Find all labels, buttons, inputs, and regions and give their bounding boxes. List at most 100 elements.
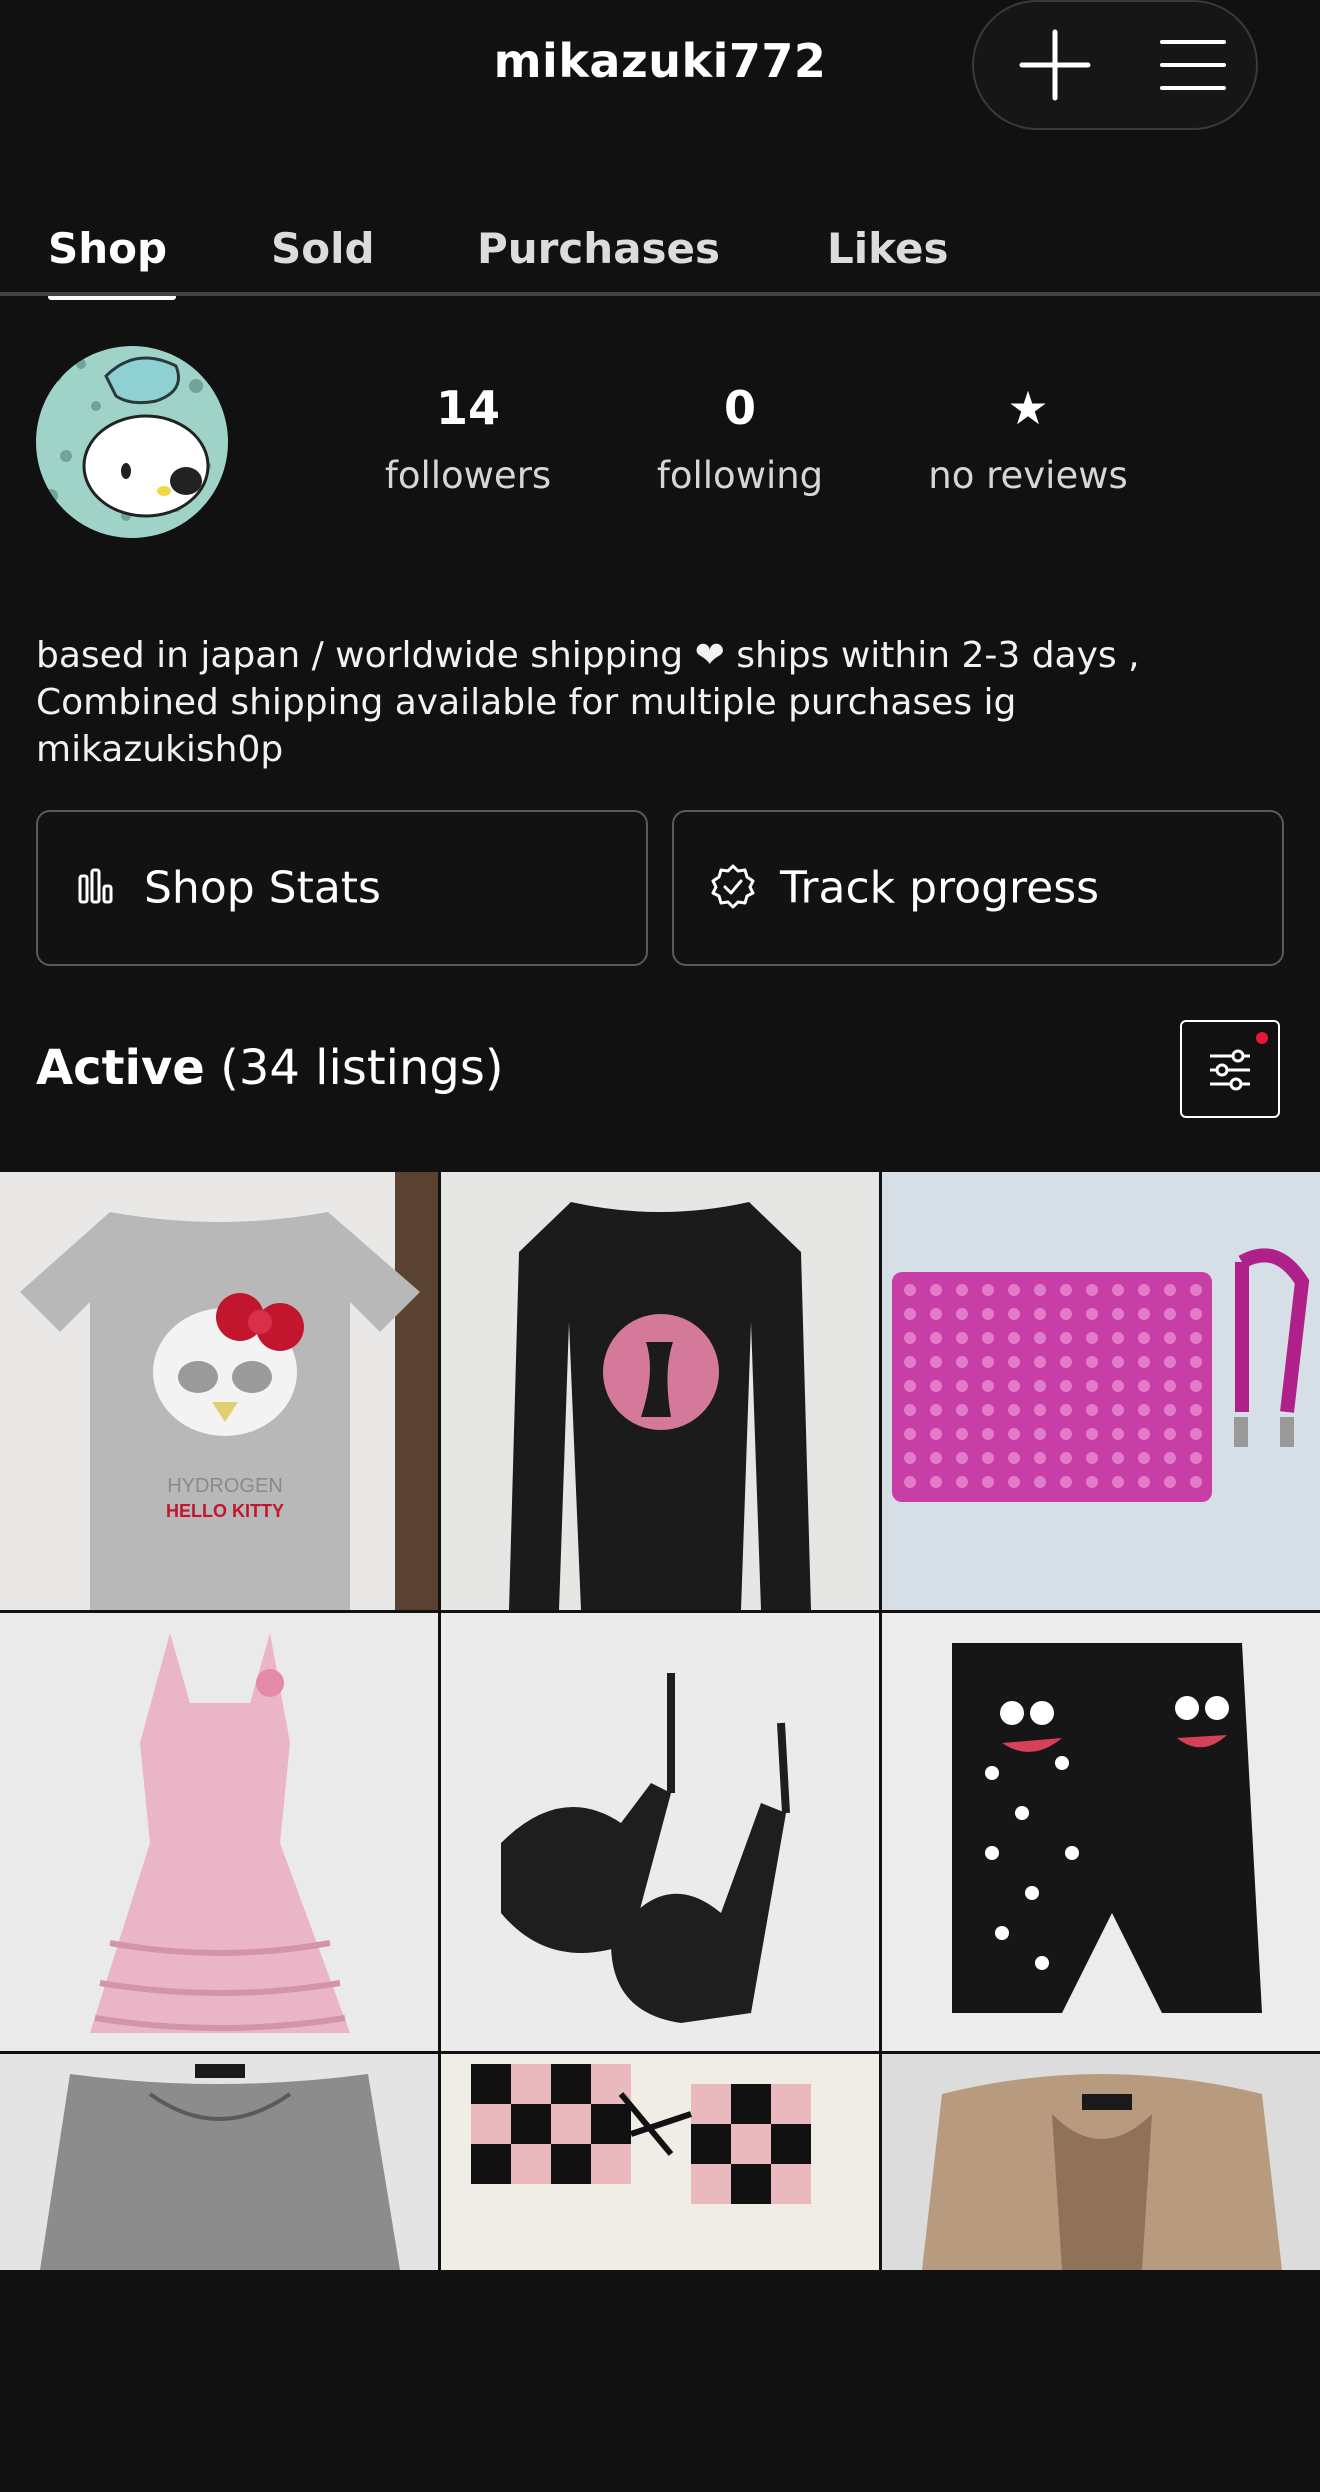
stud-decoration — [904, 1476, 916, 1488]
stud-decoration — [1190, 1404, 1202, 1416]
star-icon: ★ — [1007, 381, 1049, 435]
stud-decoration — [956, 1356, 968, 1368]
hamburger-menu-icon[interactable] — [1148, 20, 1238, 110]
stud-decoration — [1164, 1380, 1176, 1392]
listing-tile[interactable] — [0, 1613, 438, 2051]
listings-count: (34 listings) — [220, 1040, 504, 1096]
stud-decoration — [930, 1428, 942, 1440]
tile-text-hellokitty: HELLO KITTY — [166, 1501, 284, 1521]
stud-decoration — [1086, 1308, 1098, 1320]
stud-decoration — [956, 1308, 968, 1320]
following-count: 0 — [723, 381, 756, 435]
stud-decoration — [1112, 1308, 1124, 1320]
stud-decoration — [1034, 1284, 1046, 1296]
filter-button[interactable] — [1180, 1020, 1280, 1118]
stud-decoration — [1164, 1404, 1176, 1416]
stud-decoration — [1060, 1476, 1072, 1488]
stud-decoration — [1008, 1476, 1020, 1488]
shop-stats-button[interactable]: Shop Stats — [36, 810, 648, 966]
stud-decoration — [982, 1284, 994, 1296]
stud-decoration — [1008, 1308, 1020, 1320]
stud-decoration — [1060, 1452, 1072, 1464]
listing-tile[interactable] — [0, 2054, 438, 2492]
reviews-stat[interactable]: ★ no reviews — [913, 380, 1143, 497]
stud-decoration — [1060, 1356, 1072, 1368]
track-progress-label: Track progress — [780, 862, 1100, 914]
reviews-label: no reviews — [928, 454, 1128, 497]
tab-shop[interactable]: Shop — [48, 224, 167, 273]
stud-decoration — [1034, 1428, 1046, 1440]
stud-decoration — [904, 1308, 916, 1320]
listing-tile[interactable]: HYDROGEN HELLO KITTY — [0, 1172, 438, 1610]
stud-decoration — [930, 1476, 942, 1488]
stud-decoration — [956, 1476, 968, 1488]
stud-decoration — [1112, 1284, 1124, 1296]
stud-decoration — [1034, 1332, 1046, 1344]
stud-decoration — [1190, 1308, 1202, 1320]
stud-decoration — [1008, 1404, 1020, 1416]
stud-decoration — [930, 1404, 942, 1416]
stud-decoration — [1086, 1428, 1098, 1440]
stud-decoration — [930, 1284, 942, 1296]
stud-decoration — [1112, 1356, 1124, 1368]
stud-decoration — [904, 1284, 916, 1296]
stud-decoration — [1086, 1452, 1098, 1464]
listing-tile[interactable] — [882, 1172, 1320, 1610]
stud-decoration — [1034, 1404, 1046, 1416]
stud-decoration — [982, 1356, 994, 1368]
listings-heading: Active (34 listings) — [36, 1040, 504, 1096]
stud-decoration — [1060, 1428, 1072, 1440]
tab-likes[interactable]: Likes — [827, 224, 948, 273]
followers-label: followers — [384, 454, 552, 497]
listing-tile[interactable] — [441, 1613, 879, 2051]
stud-decoration — [982, 1308, 994, 1320]
stud-decoration — [904, 1428, 916, 1440]
avatar[interactable] — [36, 346, 228, 538]
stud-decoration — [956, 1284, 968, 1296]
listing-tile[interactable] — [882, 1613, 1320, 2051]
stud-decoration — [1008, 1356, 1020, 1368]
tabs-divider — [0, 292, 1320, 296]
stud-decoration — [1112, 1380, 1124, 1392]
stud-decoration — [982, 1476, 994, 1488]
profile-bio: based in japan / worldwide shipping ❤ sh… — [36, 635, 1140, 770]
stud-decoration — [1138, 1380, 1150, 1392]
stud-decoration — [1086, 1404, 1098, 1416]
stud-decoration — [930, 1452, 942, 1464]
stud-decoration — [1164, 1284, 1176, 1296]
stud-decoration — [1138, 1356, 1150, 1368]
listing-tile[interactable] — [441, 2054, 879, 2492]
stud-decoration — [1060, 1380, 1072, 1392]
stud-decoration — [904, 1452, 916, 1464]
stud-decoration — [1190, 1452, 1202, 1464]
stud-decoration — [1086, 1332, 1098, 1344]
followers-stat[interactable]: 14 followers — [368, 380, 568, 497]
stud-decoration — [1164, 1476, 1176, 1488]
stud-decoration — [956, 1332, 968, 1344]
stud-decoration — [982, 1380, 994, 1392]
stud-decoration — [1008, 1452, 1020, 1464]
plus-icon[interactable] — [1010, 20, 1100, 110]
stud-decoration — [1086, 1380, 1098, 1392]
stud-decoration — [1008, 1332, 1020, 1344]
listings-heading-label: Active — [36, 1040, 205, 1096]
stud-decoration — [1138, 1284, 1150, 1296]
tab-sold[interactable]: Sold — [271, 224, 375, 273]
track-progress-button[interactable]: Track progress — [672, 810, 1284, 966]
tile-text-hydrogen: HYDROGEN — [167, 1475, 283, 1497]
stud-decoration — [930, 1308, 942, 1320]
following-stat[interactable]: 0 following — [640, 380, 840, 497]
stud-decoration — [1060, 1308, 1072, 1320]
stud-decoration — [1112, 1476, 1124, 1488]
stud-decoration — [1086, 1356, 1098, 1368]
stud-decoration — [1138, 1476, 1150, 1488]
stud-decoration — [1190, 1428, 1202, 1440]
top-bar: mikazuki772 — [0, 0, 1320, 140]
listing-tile[interactable] — [441, 1172, 879, 1610]
listing-tile[interactable] — [882, 2054, 1320, 2492]
stud-decoration — [1138, 1452, 1150, 1464]
stud-decoration — [1034, 1380, 1046, 1392]
stud-decoration — [1008, 1380, 1020, 1392]
stud-decoration — [1164, 1332, 1176, 1344]
tab-purchases[interactable]: Purchases — [477, 224, 720, 273]
